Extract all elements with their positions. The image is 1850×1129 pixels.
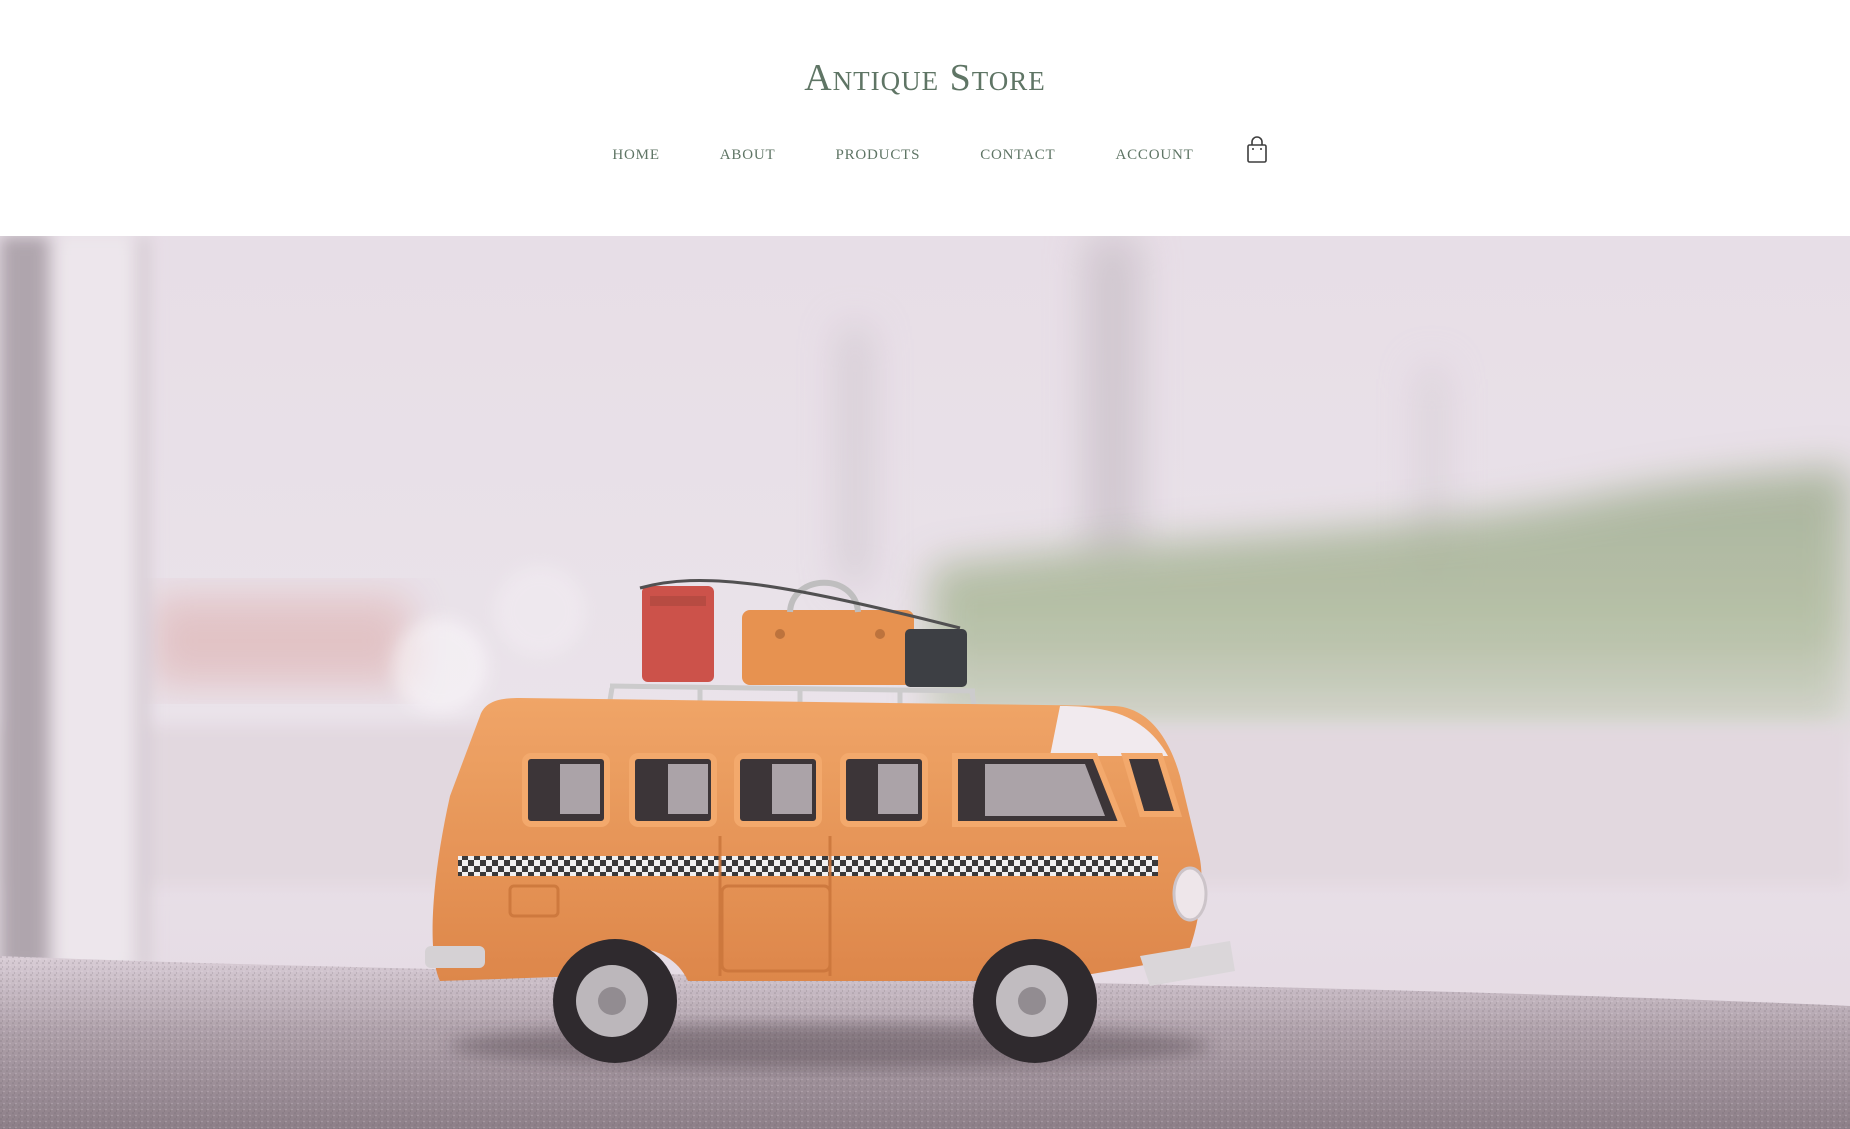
- site-header: Antique Store HOME ABOUT PRODUCTS CONTAC…: [0, 0, 1850, 236]
- nav-link-about[interactable]: ABOUT: [720, 147, 776, 164]
- hero-image: [0, 236, 1850, 1129]
- site-title[interactable]: Antique Store: [0, 56, 1850, 100]
- nav-link-contact[interactable]: CONTACT: [980, 147, 1055, 164]
- vintage-toy-bus-illustration: [0, 236, 1850, 1129]
- shopping-bag-icon[interactable]: [1246, 136, 1268, 164]
- nav-link-account[interactable]: ACCOUNT: [1115, 147, 1193, 164]
- nav-link-home[interactable]: HOME: [612, 147, 659, 164]
- main-nav: HOME ABOUT PRODUCTS CONTACT ACCOUNT: [0, 136, 1850, 164]
- page: Antique Store HOME ABOUT PRODUCTS CONTAC…: [0, 0, 1850, 1129]
- nav-link-products[interactable]: PRODUCTS: [835, 147, 920, 164]
